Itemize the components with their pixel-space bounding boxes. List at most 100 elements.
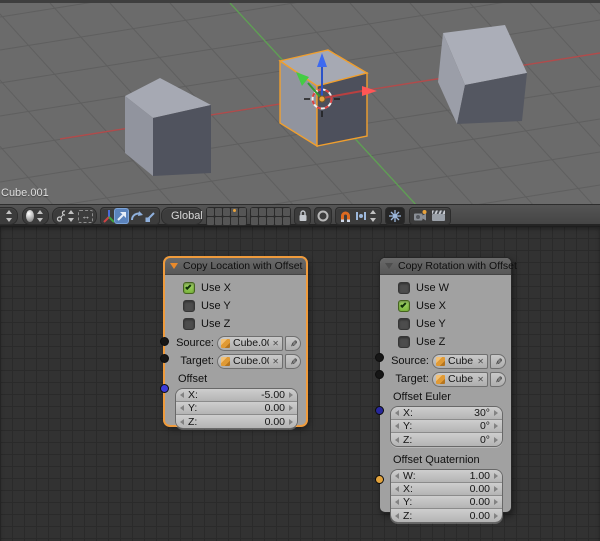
collapse-triangle-icon[interactable] — [170, 263, 178, 269]
rotate-manipulator-button[interactable] — [129, 208, 144, 224]
use-z-row[interactable]: Use Z — [398, 335, 506, 348]
decrement-arrow-icon[interactable] — [395, 423, 399, 429]
node-header[interactable]: Copy Location with Offset — [165, 258, 306, 275]
unlink-icon[interactable]: ✕ — [477, 375, 484, 384]
use-y-row[interactable]: Use Y — [183, 299, 301, 312]
euler-field-z[interactable]: Z: 0° — [391, 433, 502, 446]
eyedropper-button[interactable]: ✎ — [490, 354, 506, 369]
layers-widget-right[interactable] — [250, 207, 291, 226]
decrement-arrow-icon[interactable] — [395, 513, 399, 519]
use-y-row[interactable]: Use Y — [398, 317, 506, 330]
viewport-shading-dropdown[interactable] — [22, 207, 49, 225]
layer-cell[interactable] — [283, 217, 290, 225]
decrement-arrow-icon[interactable] — [180, 405, 184, 411]
proportional-editing-button[interactable] — [314, 207, 332, 225]
increment-arrow-icon[interactable] — [494, 486, 498, 492]
decrement-arrow-icon[interactable] — [180, 419, 184, 425]
source-input-socket[interactable] — [375, 353, 384, 362]
decrement-arrow-icon[interactable] — [395, 437, 399, 443]
layer-cell[interactable] — [207, 217, 214, 225]
checkbox[interactable] — [183, 282, 195, 294]
node-copy-rotation-with-offset[interactable]: Copy Rotation with Offset Use W Use X Us… — [379, 257, 512, 513]
3d-viewport[interactable]: Cube.001 — [0, 3, 600, 204]
number-field-z[interactable]: Z: 0.00 — [176, 415, 297, 428]
checkbox[interactable] — [183, 318, 195, 330]
decrement-arrow-icon[interactable] — [395, 486, 399, 492]
checkbox[interactable] — [398, 336, 410, 348]
scale-manipulator-button[interactable] — [143, 208, 158, 224]
increment-arrow-icon[interactable] — [289, 405, 293, 411]
increment-arrow-icon[interactable] — [494, 499, 498, 505]
axis-manipulator-icon[interactable] — [102, 209, 114, 223]
quaternion-field-y[interactable]: Y: 0.00 — [391, 496, 502, 509]
manipulator-center-icon[interactable]: ↔ — [78, 210, 93, 223]
offset-vector-input-socket[interactable] — [160, 384, 169, 393]
checkbox[interactable] — [398, 318, 410, 330]
increment-arrow-icon[interactable] — [494, 513, 498, 519]
layer-cell[interactable] — [259, 217, 266, 225]
render-animation-icon[interactable] — [431, 209, 446, 223]
increment-arrow-icon[interactable] — [494, 473, 498, 479]
layer-cell[interactable] — [215, 217, 222, 225]
quaternion-field-z[interactable]: Z: 0.00 — [391, 509, 502, 522]
node-editor[interactable]: Copy Location with Offset Use X Use Y Us… — [0, 226, 600, 541]
checkbox[interactable] — [398, 300, 410, 312]
checkbox[interactable] — [183, 300, 195, 312]
node-copy-location-with-offset[interactable]: Copy Location with Offset Use X Use Y Us… — [164, 257, 307, 426]
target-object-field[interactable]: Cube.003 ✕ — [432, 372, 488, 387]
euler-field-x[interactable]: X: 30° — [391, 407, 502, 420]
cube-object-right[interactable] — [438, 25, 527, 124]
transform-orientation-dropdown[interactable]: Global — [161, 207, 203, 225]
unlink-icon[interactable]: ✕ — [477, 357, 484, 366]
layer-cell[interactable] — [267, 208, 274, 216]
decrement-arrow-icon[interactable] — [395, 410, 399, 416]
layer-cell[interactable] — [239, 208, 246, 216]
checkbox[interactable] — [398, 282, 410, 294]
snap-magnet-icon[interactable] — [338, 209, 353, 224]
layer-cell[interactable] — [239, 217, 246, 225]
eyedropper-button[interactable]: ✎ — [285, 336, 301, 351]
increment-arrow-icon[interactable] — [494, 423, 498, 429]
offset-quaternion-input-socket[interactable] — [375, 475, 384, 484]
collapse-triangle-icon[interactable] — [385, 263, 393, 269]
pivot-point-group[interactable]: ↔ — [52, 207, 97, 225]
eyedropper-button[interactable]: ✎ — [285, 354, 301, 369]
use-z-row[interactable]: Use Z — [183, 317, 301, 330]
source-object-field[interactable]: Cube.001 ✕ — [217, 336, 283, 351]
increment-arrow-icon[interactable] — [289, 392, 293, 398]
layer-cell[interactable] — [251, 217, 258, 225]
layer-cell[interactable] — [267, 217, 274, 225]
eyedropper-button[interactable]: ✎ — [490, 372, 506, 387]
layer-cell[interactable] — [215, 208, 222, 216]
layer-cell[interactable] — [207, 208, 214, 216]
layers-widget-left[interactable] — [206, 207, 247, 226]
viewport-canvas[interactable] — [0, 3, 600, 204]
lock-button[interactable] — [294, 207, 311, 225]
layer-cell[interactable] — [223, 208, 230, 216]
number-field-x[interactable]: X: -5.00 — [176, 389, 297, 402]
increment-arrow-icon[interactable] — [289, 419, 293, 425]
node-header[interactable]: Copy Rotation with Offset — [380, 258, 511, 275]
layer-cell[interactable] — [275, 208, 282, 216]
decrement-arrow-icon[interactable] — [395, 499, 399, 505]
layer-cell[interactable] — [251, 208, 258, 216]
quaternion-field-x[interactable]: X: 0.00 — [391, 483, 502, 496]
layer-cell[interactable] — [283, 208, 290, 216]
euler-field-y[interactable]: Y: 0° — [391, 420, 502, 433]
unlink-icon[interactable]: ✕ — [272, 339, 279, 348]
use-x-row[interactable]: Use X — [183, 281, 301, 294]
use-w-row[interactable]: Use W — [398, 281, 506, 294]
layer-cell[interactable] — [231, 217, 238, 225]
decrement-arrow-icon[interactable] — [395, 473, 399, 479]
increment-arrow-icon[interactable] — [494, 410, 498, 416]
target-input-socket[interactable] — [375, 370, 384, 379]
use-x-row[interactable]: Use X — [398, 299, 506, 312]
decrement-arrow-icon[interactable] — [180, 392, 184, 398]
target-object-field[interactable]: Cube.002 ✕ — [217, 354, 283, 369]
snap-element-icon[interactable] — [354, 209, 368, 223]
quaternion-field-w[interactable]: W: 1.00 — [391, 470, 502, 483]
gizmo-center[interactable] — [319, 96, 325, 102]
layer-cell[interactable] — [275, 217, 282, 225]
unlink-icon[interactable]: ✕ — [272, 357, 279, 366]
increment-arrow-icon[interactable] — [494, 437, 498, 443]
